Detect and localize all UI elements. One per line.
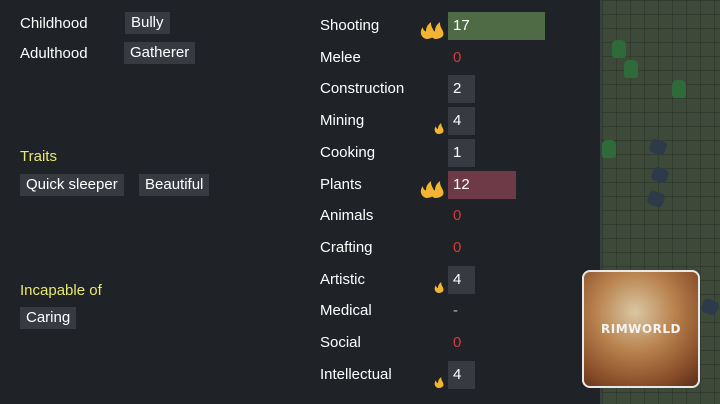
adulthood-value[interactable]: Gatherer bbox=[124, 42, 196, 64]
skill-name: Social bbox=[320, 334, 361, 351]
major-passion-flame-icon bbox=[420, 13, 444, 39]
skill-level-value: 12 bbox=[453, 175, 470, 193]
tree-icon bbox=[612, 40, 626, 58]
skill-name: Construction bbox=[320, 80, 405, 98]
skill-level-value: 0 bbox=[453, 334, 462, 351]
skill-level-value: 4 bbox=[453, 112, 462, 130]
minor-passion-flame-icon bbox=[424, 108, 448, 135]
major-passion-flame-icon bbox=[420, 172, 444, 198]
incapable-tag[interactable]: Caring bbox=[20, 307, 77, 329]
incapable-heading: Incapable of bbox=[20, 282, 102, 299]
skill-name: Mining bbox=[320, 112, 365, 130]
skill-name: Artistic bbox=[320, 270, 365, 288]
adulthood-label: Adulthood bbox=[20, 45, 88, 62]
skill-name: Crafting bbox=[320, 238, 373, 256]
logo-text: RIMWORLD bbox=[601, 322, 681, 336]
childhood-value[interactable]: Bully bbox=[125, 12, 170, 34]
skill-level-value: 4 bbox=[453, 365, 462, 383]
skill-level-value: 4 bbox=[453, 270, 462, 288]
game-logo: RIMWORLD bbox=[582, 270, 700, 388]
tree-icon bbox=[602, 140, 616, 158]
traits-heading: Traits bbox=[20, 148, 57, 165]
tree-icon bbox=[672, 80, 686, 98]
trait-tag[interactable]: Quick sleeper bbox=[20, 174, 124, 196]
skill-level-value: - bbox=[453, 302, 458, 320]
skill-level-value: 17 bbox=[453, 17, 470, 34]
trait-tag[interactable]: Beautiful bbox=[139, 174, 210, 196]
skill-name: Shooting bbox=[320, 17, 380, 34]
skill-name: Cooking bbox=[320, 143, 376, 161]
character-panel: Childhood Bully Adulthood Gatherer Trait… bbox=[0, 0, 600, 404]
skill-level-value: 2 bbox=[453, 80, 462, 98]
skill-level-value: 0 bbox=[453, 48, 462, 66]
skill-name: Plants bbox=[320, 175, 362, 193]
minor-passion-flame-icon bbox=[424, 267, 448, 293]
skill-level-value: 1 bbox=[453, 143, 462, 161]
skill-name: Intellectual bbox=[320, 365, 392, 383]
skill-level-value: 0 bbox=[453, 238, 462, 256]
minor-passion-flame-icon bbox=[424, 362, 448, 388]
childhood-label: Childhood bbox=[20, 15, 88, 32]
skill-name: Medical bbox=[320, 302, 372, 320]
skill-name: Animals bbox=[320, 207, 374, 225]
skill-name: Melee bbox=[320, 48, 361, 66]
skill-level-value: 0 bbox=[453, 207, 462, 225]
tree-icon bbox=[624, 60, 638, 78]
